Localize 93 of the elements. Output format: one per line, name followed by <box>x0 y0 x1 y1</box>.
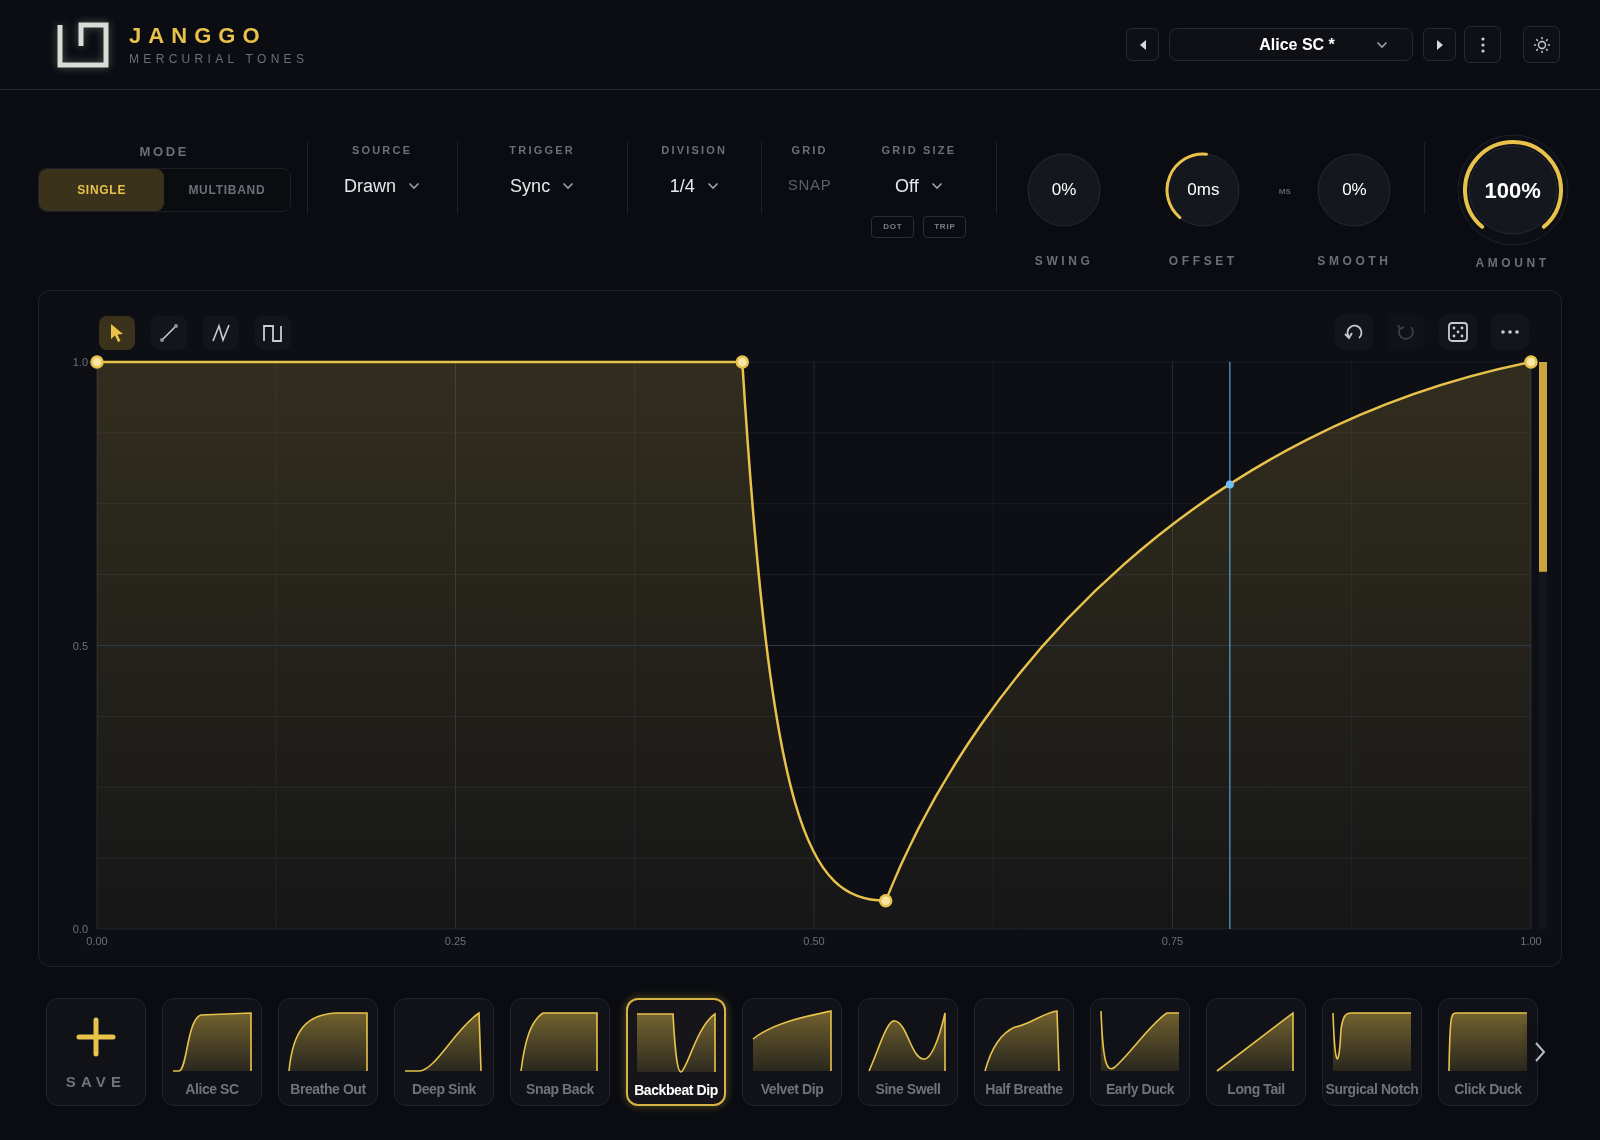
tool-button[interactable] <box>255 316 291 350</box>
x-axis-label: 0.50 <box>803 935 825 947</box>
selector-label: SOURCE <box>351 143 413 158</box>
previous-preset-button[interactable] <box>1126 28 1159 61</box>
knob-value: 0% <box>1342 179 1367 202</box>
next-preset-button[interactable] <box>1423 28 1456 61</box>
right-triangle-icon <box>1435 38 1444 51</box>
y-axis-label: 1.0 <box>72 356 88 368</box>
more-vertical-icon <box>1480 36 1485 53</box>
mode-label: MODE <box>139 143 189 161</box>
knob-value: 0% <box>1051 179 1077 202</box>
chevron-right-icon <box>1534 1041 1546 1063</box>
save-preset-button[interactable]: SAVE <box>46 998 146 1106</box>
menu-button[interactable] <box>1464 26 1501 63</box>
preset-card[interactable]: Breathe Out <box>278 998 378 1106</box>
plus-icon <box>76 1017 116 1057</box>
brand-tagline: MERCURIAL TONES <box>129 52 309 65</box>
preset-name: Velvet Dip <box>760 1080 824 1099</box>
chevron-down-icon <box>562 182 575 190</box>
knob-value: 0ms <box>1187 179 1220 202</box>
selector-label: DIVISION <box>661 143 728 158</box>
y-axis-label: 0.5 <box>72 639 88 652</box>
more-icon <box>1500 329 1520 335</box>
x-axis-label: 1.00 <box>1520 935 1542 947</box>
theme-button[interactable] <box>1523 26 1560 63</box>
preset-card[interactable]: Deep Sink <box>394 998 494 1106</box>
preset-card[interactable]: Alice SC <box>162 998 262 1106</box>
knob[interactable] <box>1456 134 1569 246</box>
preset-name: Half Breathe <box>985 1080 1063 1099</box>
grid-label: GRID <box>791 143 828 158</box>
selector-dropdown[interactable]: 1/4 <box>669 172 719 200</box>
preset-name: Backbeat Dip <box>634 1081 718 1100</box>
preset-card[interactable]: Backbeat Dip <box>626 998 726 1106</box>
square-wave-icon <box>262 322 284 344</box>
dice-icon <box>1447 321 1469 343</box>
grid-option-toggle[interactable]: TRIP <box>923 215 967 238</box>
preset-card[interactable]: Snap Back <box>510 998 610 1106</box>
preset-name: Breathe Out <box>290 1080 366 1099</box>
preset-name: Early Duck <box>1105 1080 1175 1099</box>
mode-tab[interactable]: SINGLE <box>39 168 165 211</box>
preset-name: Snap Back <box>526 1080 594 1099</box>
selector-dropdown[interactable]: Drawn <box>344 172 421 200</box>
knob[interactable] <box>1165 152 1242 228</box>
action-button[interactable] <box>1439 314 1477 350</box>
preset-card[interactable]: Early Duck <box>1090 998 1190 1106</box>
zigzag-icon <box>210 322 232 344</box>
preset-card[interactable]: Click Duck <box>1438 998 1538 1106</box>
envelope-node[interactable] <box>1524 355 1538 369</box>
preset-name: Alice SC <box>185 1080 239 1099</box>
knob-label: AMOUNT <box>1475 255 1550 272</box>
chevron-down-icon <box>930 182 943 190</box>
envelope-node[interactable] <box>878 893 893 908</box>
preset-name: Sine Swell <box>875 1080 941 1099</box>
envelope-node[interactable] <box>90 355 104 369</box>
mode-tab[interactable]: MULTIBAND <box>164 168 290 211</box>
preset-card[interactable]: Surgical Notch <box>1322 998 1422 1106</box>
preset-dropdown[interactable]: Alice SC * <box>1169 28 1413 61</box>
preset-name: Surgical Notch <box>1325 1080 1419 1099</box>
knob-value: 100% <box>1484 176 1541 205</box>
logo-icon <box>57 21 109 68</box>
preset-card[interactable]: Sine Swell <box>858 998 958 1106</box>
preset-name: Long Tail <box>1227 1080 1285 1099</box>
selector-label: TRIGGER <box>509 143 575 158</box>
preset-card[interactable]: Half Breathe <box>974 998 1074 1106</box>
preset-card[interactable]: Velvet Dip <box>742 998 842 1106</box>
tool-button[interactable] <box>203 316 239 350</box>
action-button[interactable] <box>1335 314 1373 350</box>
left-triangle-icon <box>1138 38 1147 51</box>
preset-name: Click Duck <box>1454 1080 1522 1099</box>
sun-icon <box>1532 35 1551 54</box>
x-axis-label: 0.25 <box>444 935 467 947</box>
brand-name: JANGGO <box>129 24 268 47</box>
grid-option-toggle[interactable]: DOT <box>871 215 915 238</box>
chevron-down-icon <box>706 182 719 190</box>
line-tool-icon <box>158 322 180 344</box>
knob-label: OFFSET <box>1168 253 1238 270</box>
tool-button[interactable] <box>99 316 135 350</box>
chevron-down-icon <box>408 182 421 190</box>
knob-label: SWING <box>1034 253 1094 270</box>
grid-size-dropdown[interactable]: Off <box>895 172 943 200</box>
grid-size-label: GRID SIZE <box>881 143 957 158</box>
envelope-node[interactable] <box>735 355 750 369</box>
playhead-dot <box>1225 480 1234 489</box>
snap-toggle[interactable]: SNAP <box>787 173 832 196</box>
y-axis-label: 0.0 <box>72 923 88 935</box>
knob-label: SMOOTH <box>1317 253 1392 270</box>
unit-label: MS <box>1278 186 1291 198</box>
x-axis-label: 0.00 <box>86 935 108 947</box>
x-axis-label: 0.75 <box>1161 935 1184 947</box>
selector-dropdown[interactable]: Sync <box>510 172 575 200</box>
preset-name: Deep Sink <box>412 1080 476 1099</box>
preset-card[interactable]: Long Tail <box>1206 998 1306 1106</box>
chevron-down-icon <box>1376 40 1388 49</box>
